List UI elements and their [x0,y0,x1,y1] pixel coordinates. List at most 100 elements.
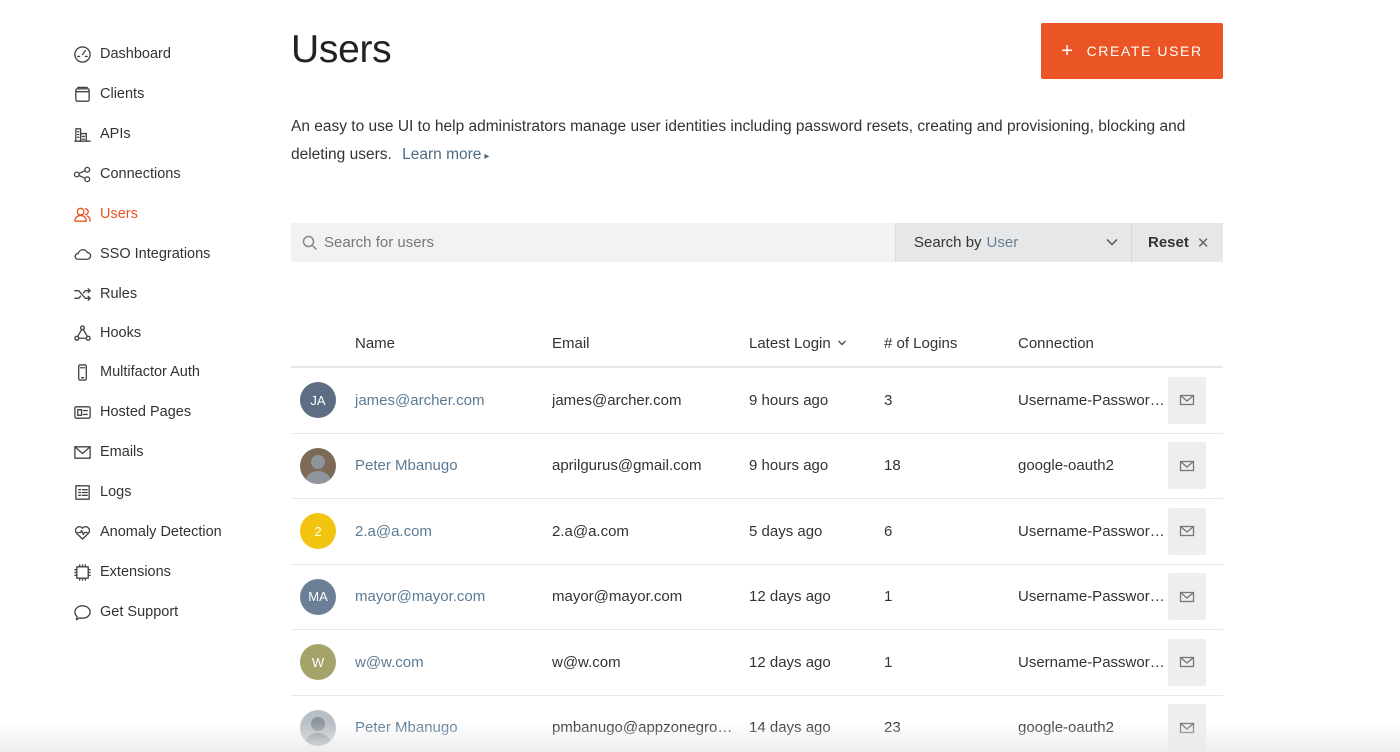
cloud-icon [72,244,92,264]
reset-label: Reset [1148,234,1189,251]
sidebar-item-apis[interactable]: APIs [72,114,262,154]
user-email: mayor@mayor.com [552,588,683,606]
create-user-label: CREATE USER [1086,43,1203,59]
sidebar-item-hosted-pages[interactable]: Hosted Pages [72,392,262,432]
avatar: W [300,644,336,681]
column-header-connection[interactable]: Connection [1018,335,1168,352]
sidebar-item-clients[interactable]: Clients [72,74,262,114]
search-by-value: User [986,234,1019,251]
hooks-icon [72,323,92,343]
sidebar-item-label: Hosted Pages [100,404,192,420]
column-header-logins[interactable]: # of Logins [884,335,1018,352]
user-name-link[interactable]: w@w.com [355,654,424,671]
avatar-initials: JA [310,392,326,408]
latest-login: 12 days ago [749,653,831,671]
latest-login: 12 days ago [749,588,831,606]
avatar-cell: JA [291,382,355,419]
reset-button[interactable]: Reset ✕ [1131,223,1223,262]
apis-icon [72,124,92,144]
avatar [300,709,336,746]
search-by-label: Search by [914,234,982,251]
search-by-dropdown[interactable]: Search by User [895,223,1131,262]
sidebar-item-users[interactable]: Users [72,194,262,234]
logins-count: 1 [884,588,893,606]
table-header: Name Email Latest Login # of Logins Conn… [291,320,1223,368]
sidebar-item-hooks[interactable]: Hooks [72,314,262,352]
envelope-icon [1179,657,1195,668]
sidebar-item-multifactor-auth[interactable]: Multifactor Auth [72,352,262,392]
chip-icon [72,562,92,582]
shuffle-icon [72,284,92,304]
sidebar-item-label: Logs [100,484,132,500]
column-header-latest-login[interactable]: Latest Login [749,335,884,352]
send-email-button[interactable] [1168,573,1206,621]
sidebar-item-sso-integrations[interactable]: SSO Integrations [72,234,262,274]
user-name-link[interactable]: 2.a@a.com [355,523,432,540]
users-table: Name Email Latest Login # of Logins Conn… [291,320,1223,752]
send-email-button[interactable] [1168,704,1206,752]
sort-chevron-down-icon [831,335,847,352]
logins-count: 3 [884,391,893,409]
logins-count: 6 [884,522,893,540]
table-row[interactable]: MA mayor@mayor.com mayor@mayor.com 12 days … [291,565,1223,630]
send-email-button[interactable] [1168,507,1206,555]
connections-icon [72,164,92,184]
sidebar-item-label: Emails [100,444,144,460]
latest-login: 9 hours ago [749,391,829,409]
user-name-cell: Peter Mbanugo [355,719,552,736]
user-name-link[interactable]: Peter Mbanugo [355,719,458,736]
sidebar-item-connections[interactable]: Connections [72,154,262,194]
sidebar-item-label: SSO Integrations [100,246,211,262]
send-email-button[interactable] [1168,638,1206,686]
user-name-cell: james@archer.com [355,392,552,409]
user-silhouette-icon [305,454,331,484]
sidebar-item-logs[interactable]: Logs [72,472,262,512]
search-field [291,223,895,262]
connection-name: google-oauth2 [1018,457,1114,475]
action-cell [1168,573,1223,621]
table-row[interactable]: Peter Mbanugo aprilgurus@gmail.com 9 hours… [291,434,1223,499]
table-row[interactable]: Peter Mbanugo pmbanugo@appzonegroup.com 14… [291,696,1223,752]
sidebar-item-label: APIs [100,126,131,142]
latest-login: 9 hours ago [749,457,829,475]
table-row[interactable]: 2 2.a@a.com 2.a@a.com 5 days ago 6 Username-P… [291,499,1223,565]
envelope-icon [1179,591,1195,602]
sidebar-item-rules[interactable]: Rules [72,274,262,314]
action-cell [1168,704,1223,752]
user-name-link[interactable]: mayor@mayor.com [355,588,485,605]
hosted-pages-icon [72,402,92,422]
action-cell [1168,376,1223,424]
search-input[interactable] [324,234,884,251]
user-name-link[interactable]: Peter Mbanugo [355,457,458,474]
user-email: w@w.com [552,653,621,671]
column-header-email[interactable]: Email [552,335,749,352]
avatar-initials: 2 [314,523,322,539]
create-user-button[interactable]: + CREATE USER [1041,23,1223,79]
avatar: MA [300,578,336,615]
user-name-link[interactable]: james@archer.com [355,392,484,409]
logs-icon [72,482,92,502]
sidebar-item-extensions[interactable]: Extensions [72,552,262,592]
heart-pulse-icon [72,522,92,542]
avatar-initials: W [311,654,325,670]
connection-name: Username-Password-Authentication [1018,391,1168,409]
table-row[interactable]: JA james@archer.com james@archer.com 9 hour… [291,368,1223,434]
sidebar-item-label: Clients [100,86,145,102]
user-name-cell: Peter Mbanugo [355,457,552,474]
send-email-button[interactable] [1168,376,1206,424]
sidebar-item-emails[interactable]: Emails [72,432,262,472]
avatar-initials: MA [308,589,328,605]
sidebar-item-anomaly-detection[interactable]: Anomaly Detection [72,512,262,552]
envelope-icon [72,442,92,462]
logins-count: 18 [884,457,901,475]
column-header-name[interactable]: Name [355,335,552,352]
caret-right-icon: ▸ [484,151,490,162]
learn-more-link[interactable]: Learn more ▸ [402,146,489,163]
sidebar-item-get-support[interactable]: Get Support [72,592,262,632]
action-cell [1168,638,1223,686]
sidebar-item-dashboard[interactable]: Dashboard [72,34,262,74]
table-body: JA james@archer.com james@archer.com 9 hour… [291,368,1223,752]
table-row[interactable]: Ww@w.com w@w.com 12 days ago 1 Username-Pass… [291,630,1223,696]
send-email-button[interactable] [1168,442,1206,490]
avatar-cell: MA [291,578,355,615]
